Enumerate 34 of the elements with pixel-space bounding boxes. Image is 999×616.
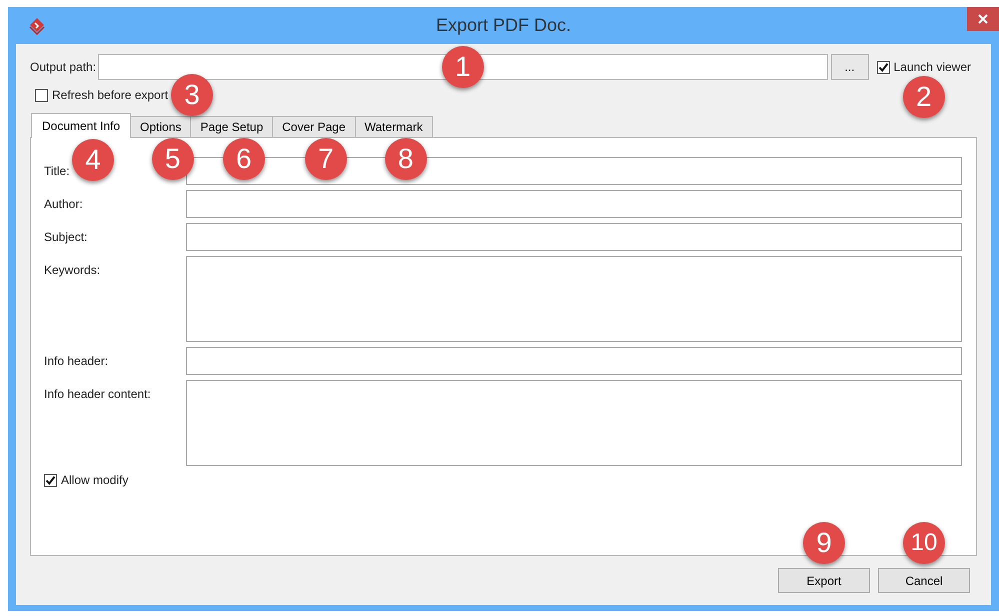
output-path-field[interactable] <box>98 54 828 80</box>
field-label: Info header content: <box>44 387 151 401</box>
dialog-button[interactable]: Export <box>778 568 870 593</box>
tab[interactable]: Document Info <box>31 113 132 138</box>
field-label: Subject: <box>44 230 88 244</box>
input-field[interactable] <box>186 190 962 218</box>
field-label: Author: <box>44 197 83 211</box>
input-field[interactable] <box>186 347 962 375</box>
window-title: Export PDF Doc. <box>436 15 572 36</box>
checkbox[interactable] <box>35 88 48 102</box>
field-label: Title: <box>44 164 70 178</box>
checkbox[interactable] <box>44 474 57 486</box>
tab[interactable]: Page Setup <box>190 116 274 137</box>
text-area[interactable] <box>186 380 962 466</box>
output-path-label: Output path: <box>30 60 96 74</box>
close-button[interactable] <box>967 7 999 31</box>
app-logo-icon <box>28 16 46 34</box>
dialog-button[interactable]: Cancel <box>878 568 970 593</box>
field-label: Keywords: <box>44 263 100 277</box>
callout-tooltip: 3 <box>171 74 214 116</box>
tab[interactable]: Options <box>130 116 192 137</box>
input-field[interactable] <box>186 223 962 251</box>
field-label: Info header: <box>44 354 108 368</box>
close-icon <box>978 14 988 24</box>
browse-button[interactable]: ... <box>830 54 869 80</box>
refresh-label: Refresh before export <box>52 88 168 102</box>
callout-tooltip: 2 <box>902 76 945 118</box>
tab[interactable]: Watermark <box>354 116 433 137</box>
text-area[interactable] <box>186 256 962 342</box>
callout-tooltip: 1 <box>442 46 484 88</box>
checkbox[interactable] <box>876 60 890 74</box>
allow-modify-label: Allow modify <box>61 473 128 487</box>
launch-viewer-label: Launch viewer <box>894 60 971 74</box>
tab[interactable]: Cover Page <box>272 116 356 137</box>
